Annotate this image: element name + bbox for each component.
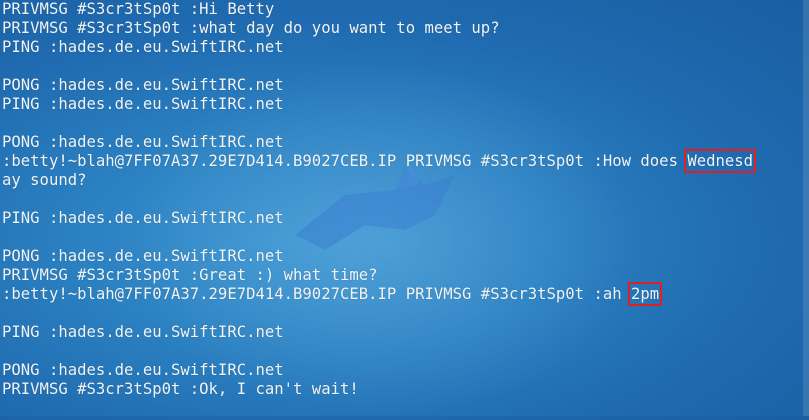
terminal-line: :betty!~blah@7FF07A37.29E7D414.B9027CEB.…	[2, 282, 809, 306]
terminal-line: PING :hades.de.eu.SwiftIRC.net	[2, 95, 284, 113]
terminal-line: PRIVMSG #S3cr3tSp0t :what day do you wan…	[2, 19, 500, 37]
terminal-line: PRIVMSG #S3cr3tSp0t :Great :) what time?	[2, 266, 378, 284]
terminal-line: PONG :hades.de.eu.SwiftIRC.net	[2, 247, 284, 265]
terminal-line-text: :betty!~blah@7FF07A37.29E7D414.B9027CEB.…	[2, 285, 632, 303]
highlighted-keyword: 2pm	[627, 282, 663, 306]
terminal-line: PING :hades.de.eu.SwiftIRC.net	[2, 38, 284, 56]
terminal-line: PONG :hades.de.eu.SwiftIRC.net	[2, 76, 284, 94]
terminal-scrollbar[interactable]	[803, 0, 809, 416]
terminal-line: :betty!~blah@7FF07A37.29E7D414.B9027CEB.…	[2, 149, 809, 173]
terminal-line-text: :betty!~blah@7FF07A37.29E7D414.B9027CEB.…	[2, 152, 688, 170]
terminal-line: PING :hades.de.eu.SwiftIRC.net	[2, 323, 284, 341]
terminal-line: PING :hades.de.eu.SwiftIRC.net	[2, 209, 284, 227]
terminal-line: ay sound?	[2, 171, 87, 189]
terminal-output: PRIVMSG #S3cr3tSp0t :Hi Betty PRIVMSG #S3…	[2, 0, 809, 416]
terminal-line: PONG :hades.de.eu.SwiftIRC.net	[2, 133, 284, 151]
terminal-line: PRIVMSG #S3cr3tSp0t :Ok, I can't wait!	[2, 380, 359, 398]
terminal-line: PONG :hades.de.eu.SwiftIRC.net	[2, 361, 284, 379]
highlighted-keyword: Wednesd	[684, 149, 757, 173]
terminal-line: PRIVMSG #S3cr3tSp0t :Hi Betty	[2, 0, 275, 18]
